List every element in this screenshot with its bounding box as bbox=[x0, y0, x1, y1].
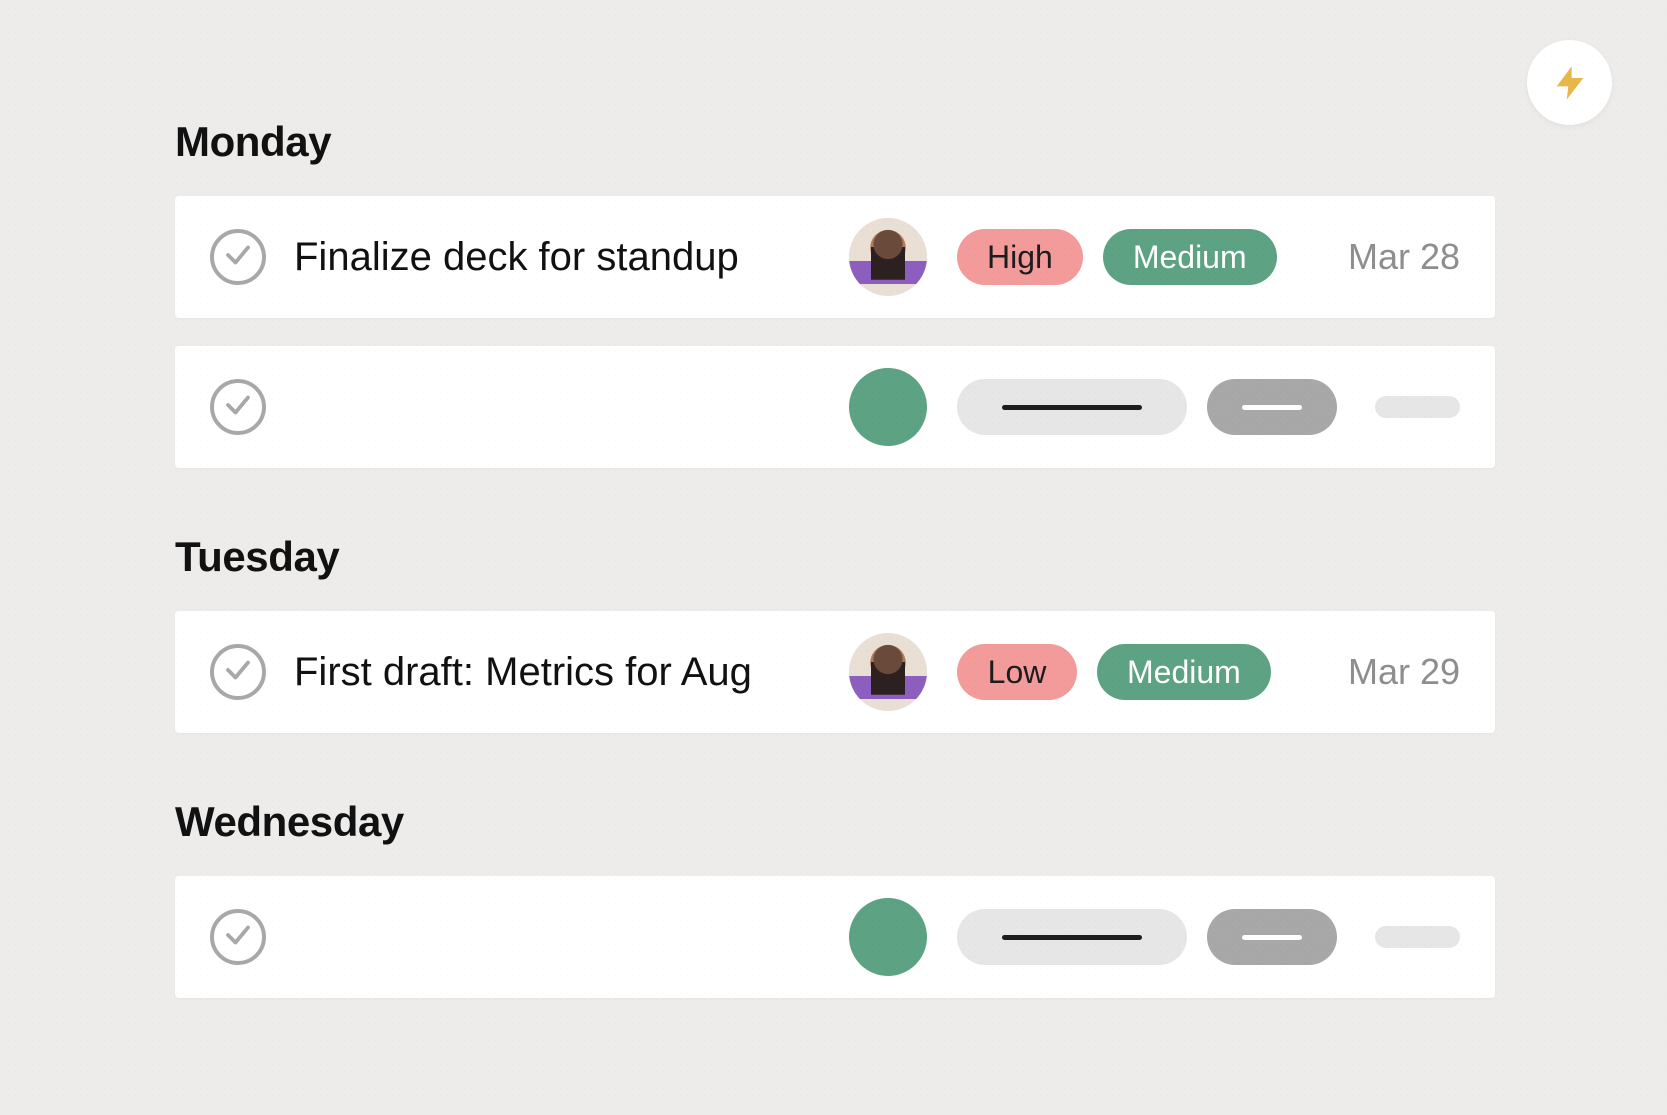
assignee-avatar-placeholder[interactable] bbox=[849, 898, 927, 976]
placeholder-pill bbox=[957, 909, 1187, 965]
lightning-bolt-icon bbox=[1550, 63, 1590, 103]
priority-pill[interactable]: High bbox=[957, 229, 1083, 285]
task-tags: Low Medium bbox=[957, 644, 1271, 700]
placeholder-pill bbox=[957, 379, 1187, 435]
placeholder-date-bar bbox=[1375, 926, 1460, 948]
task-title: Finalize deck for standup bbox=[294, 235, 739, 279]
due-date: Mar 28 bbox=[1348, 236, 1460, 278]
day-heading: Wednesday bbox=[175, 798, 1495, 846]
task-title: First draft: Metrics for Aug bbox=[294, 650, 752, 694]
placeholder-date-bar bbox=[1375, 396, 1460, 418]
complete-toggle[interactable] bbox=[210, 379, 266, 435]
task-tags bbox=[957, 379, 1337, 435]
complete-toggle[interactable] bbox=[210, 909, 266, 965]
assignee-avatar[interactable] bbox=[849, 633, 927, 711]
effort-pill[interactable]: Medium bbox=[1097, 644, 1271, 700]
checkmark-icon bbox=[223, 920, 253, 955]
checkmark-icon bbox=[223, 390, 253, 425]
day-section-monday: Monday Finalize deck for standup High Me… bbox=[175, 118, 1495, 468]
due-date: Mar 29 bbox=[1348, 651, 1460, 693]
checkmark-icon bbox=[223, 655, 253, 690]
assignee-avatar[interactable] bbox=[849, 218, 927, 296]
task-tags: High Medium bbox=[957, 229, 1277, 285]
task-list-by-day: Monday Finalize deck for standup High Me… bbox=[175, 118, 1495, 1063]
complete-toggle[interactable] bbox=[210, 644, 266, 700]
placeholder-pill bbox=[1207, 379, 1337, 435]
day-section-wednesday: Wednesday bbox=[175, 798, 1495, 998]
checkmark-icon bbox=[223, 240, 253, 275]
placeholder-pill bbox=[1207, 909, 1337, 965]
effort-pill[interactable]: Medium bbox=[1103, 229, 1277, 285]
day-heading: Monday bbox=[175, 118, 1495, 166]
task-row[interactable]: First draft: Metrics for Aug Low Medium … bbox=[175, 611, 1495, 733]
task-row-placeholder[interactable] bbox=[175, 346, 1495, 468]
task-row-placeholder[interactable] bbox=[175, 876, 1495, 998]
complete-toggle[interactable] bbox=[210, 229, 266, 285]
task-row[interactable]: Finalize deck for standup High Medium Ma… bbox=[175, 196, 1495, 318]
rules-bolt-button[interactable] bbox=[1527, 40, 1612, 125]
day-section-tuesday: Tuesday First draft: Metrics for Aug Low… bbox=[175, 533, 1495, 733]
task-tags bbox=[957, 909, 1337, 965]
assignee-avatar-placeholder[interactable] bbox=[849, 368, 927, 446]
day-heading: Tuesday bbox=[175, 533, 1495, 581]
priority-pill[interactable]: Low bbox=[957, 644, 1077, 700]
